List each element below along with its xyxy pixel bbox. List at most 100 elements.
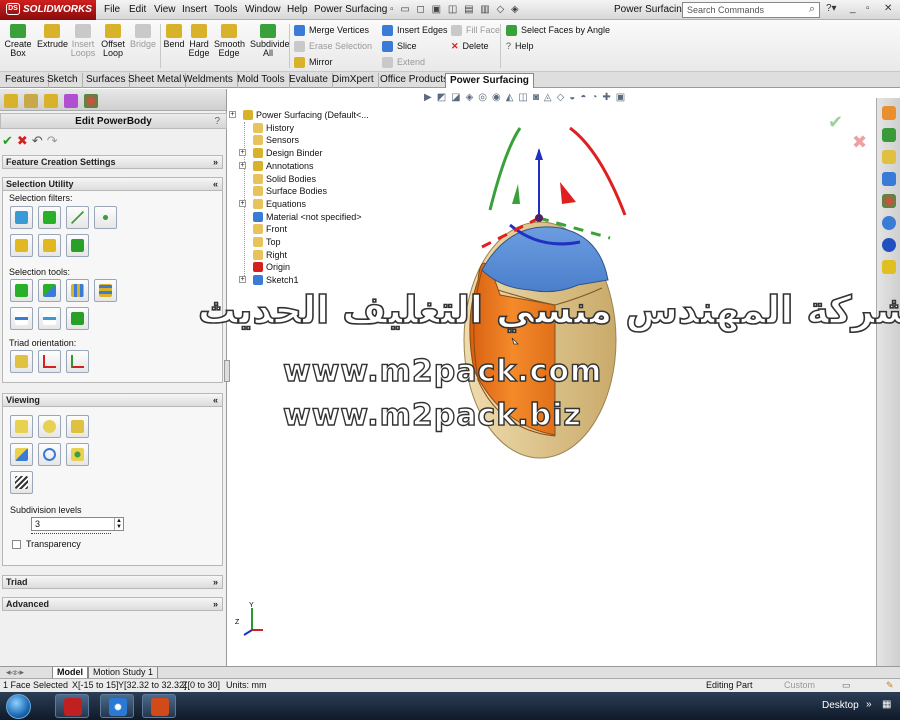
menu-view[interactable]: View bbox=[154, 4, 176, 15]
panel-splitter-handle[interactable] bbox=[224, 360, 230, 382]
taskbar-app-button[interactable] bbox=[100, 694, 134, 718]
feature-manager-icon[interactable] bbox=[4, 94, 18, 108]
expand-icon[interactable]: + bbox=[239, 276, 246, 284]
help-button[interactable]: ? Help bbox=[506, 41, 534, 51]
quick-tips-icon[interactable]: ▭ bbox=[842, 679, 851, 692]
view-palette-icon[interactable] bbox=[882, 260, 896, 274]
subdivision-slider[interactable] bbox=[31, 533, 111, 537]
tray-network-icon[interactable]: ▦ bbox=[882, 699, 891, 710]
view-zebra-button[interactable] bbox=[10, 471, 33, 494]
confirm-corner-ok-icon[interactable]: ✔ bbox=[828, 112, 843, 133]
menu-window[interactable]: Window bbox=[245, 4, 281, 15]
feature-creation-settings-group[interactable]: Feature Creation Settings» bbox=[2, 155, 223, 169]
tab-evaluate[interactable]: Evaluate bbox=[285, 73, 333, 88]
advanced-group[interactable]: Advanced» bbox=[2, 597, 223, 611]
filter-edges-button[interactable] bbox=[66, 206, 89, 229]
bend-button[interactable]: Bend bbox=[162, 24, 186, 49]
merge-vertices-button[interactable]: Merge Vertices bbox=[294, 25, 369, 37]
select-all-button[interactable] bbox=[10, 279, 33, 302]
rebuild-indicator-icon[interactable]: ✎ bbox=[886, 679, 894, 692]
forum-icon[interactable] bbox=[882, 238, 896, 252]
file-explorer-icon[interactable] bbox=[882, 150, 896, 164]
filter-body-green-button[interactable] bbox=[66, 234, 89, 257]
tab-dimxpert[interactable]: DimXpert bbox=[328, 73, 379, 88]
desktop-toolbar-label[interactable]: Desktop bbox=[822, 700, 859, 711]
offset-loop-button[interactable]: Offset Loop bbox=[100, 24, 126, 58]
property-manager-icon[interactable] bbox=[24, 94, 38, 108]
filter-faces-button[interactable] bbox=[38, 206, 61, 229]
fill-face-button[interactable]: Fill Face bbox=[451, 25, 500, 37]
triad-axes-button[interactable] bbox=[66, 350, 89, 373]
filter-body-faces-button[interactable] bbox=[38, 234, 61, 257]
close-icon[interactable]: ✕ bbox=[884, 3, 892, 14]
transparency-checkbox[interactable] bbox=[12, 540, 21, 549]
tab-sketch[interactable]: Sketch bbox=[43, 73, 83, 88]
create-box-button[interactable]: Create Box bbox=[4, 24, 32, 58]
cancel-icon[interactable]: ✖ bbox=[17, 133, 28, 148]
design-library-icon[interactable] bbox=[882, 128, 896, 142]
select-shell-button[interactable] bbox=[66, 307, 89, 330]
help-icon[interactable]: ? bbox=[214, 114, 220, 130]
redo-icon[interactable]: ↷ bbox=[47, 133, 58, 148]
select-faces-by-angle-button[interactable]: Select Faces by Angle bbox=[506, 25, 610, 37]
configuration-manager-icon[interactable] bbox=[44, 94, 58, 108]
subdivide-all-button[interactable]: Subdivide All bbox=[250, 24, 290, 58]
slice-button[interactable]: Slice bbox=[382, 41, 417, 53]
selection-utility-group[interactable]: Selection Utility « bbox=[2, 177, 223, 191]
search-commands-input[interactable]: Search Commands ⌕ bbox=[682, 2, 820, 18]
plane-handle-green[interactable] bbox=[512, 184, 520, 204]
restore-icon[interactable]: ▫ bbox=[866, 3, 870, 14]
subdivision-levels-input[interactable]: 3 ▲ ▼ bbox=[31, 517, 124, 531]
minimize-icon[interactable]: _ bbox=[850, 3, 856, 14]
select-ring-alt-button[interactable] bbox=[38, 307, 61, 330]
view-wire-button[interactable] bbox=[38, 443, 61, 466]
select-ring-button[interactable] bbox=[10, 307, 33, 330]
solidworks-resources-icon[interactable] bbox=[882, 106, 896, 120]
plane-handle-red[interactable] bbox=[560, 182, 576, 204]
filter-body-button[interactable] bbox=[10, 234, 33, 257]
expand-icon[interactable]: + bbox=[239, 161, 246, 169]
triad-global-button[interactable] bbox=[10, 350, 33, 373]
tab-mold-tools[interactable]: Mold Tools bbox=[233, 73, 290, 88]
view-smooth-button[interactable] bbox=[38, 415, 61, 438]
tab-office-products[interactable]: Office Products bbox=[376, 73, 454, 88]
undo-icon[interactable]: ↶ bbox=[32, 133, 43, 148]
spin-arrows-icon[interactable]: ▲ ▼ bbox=[114, 518, 123, 530]
view-both-button[interactable] bbox=[66, 415, 89, 438]
confirm-corner-cancel-icon[interactable]: ✖ bbox=[852, 132, 867, 153]
heads-up-view-toolbar[interactable]: ▶◩◪◈◎◉◭◫◙◬◇◒◓◔✚▣ bbox=[424, 92, 630, 103]
quick-access-toolbar[interactable]: ▫ ▭ ◻ ▣ ◫ ▤ ▥ ◇ ◈ bbox=[390, 4, 521, 15]
viewing-group[interactable]: Viewing « bbox=[2, 393, 223, 407]
help-dropdown-icon[interactable]: ?▾ bbox=[826, 3, 837, 14]
loop-selection-button[interactable] bbox=[94, 279, 117, 302]
tab-sheet-metal[interactable]: Sheet Metal bbox=[124, 73, 187, 88]
menu-edit[interactable]: Edit bbox=[129, 4, 146, 15]
tab-power-surfacing[interactable]: Power Surfacing bbox=[445, 73, 534, 88]
erase-selection-button[interactable]: Erase Selection bbox=[294, 41, 372, 53]
mirror-button[interactable]: Mirror bbox=[294, 57, 333, 69]
status-custom[interactable]: Custom bbox=[784, 679, 815, 692]
menu-file[interactable]: File bbox=[104, 4, 120, 15]
start-button[interactable] bbox=[6, 694, 31, 719]
triad-local-button[interactable] bbox=[38, 350, 61, 373]
menu-help[interactable]: Help bbox=[287, 4, 308, 15]
search-tab-icon[interactable] bbox=[882, 172, 896, 186]
menu-tools[interactable]: Tools bbox=[214, 4, 237, 15]
filter-points-button[interactable] bbox=[94, 206, 117, 229]
invert-selection-button[interactable] bbox=[38, 279, 61, 302]
grow-selection-button[interactable] bbox=[66, 279, 89, 302]
view-cage-button[interactable] bbox=[10, 415, 33, 438]
delete-button[interactable]: ✕ Delete bbox=[451, 41, 489, 52]
menu-insert[interactable]: Insert bbox=[182, 4, 207, 15]
rotation-arc-red[interactable] bbox=[569, 126, 627, 216]
smooth-edge-button[interactable]: Smooth Edge bbox=[214, 24, 245, 58]
extend-button[interactable]: Extend bbox=[382, 57, 425, 69]
filter-vertices-button[interactable] bbox=[10, 206, 33, 229]
tab-weldments[interactable]: Weldments bbox=[179, 73, 238, 88]
appearances-icon[interactable] bbox=[882, 194, 896, 208]
taskbar-powerpoint-button[interactable] bbox=[142, 694, 176, 718]
expand-icon[interactable]: + bbox=[239, 199, 246, 207]
view-edges-button[interactable] bbox=[10, 443, 33, 466]
insert-edges-button[interactable]: Insert Edges bbox=[382, 25, 448, 37]
bridge-button[interactable]: Bridge bbox=[129, 24, 157, 49]
